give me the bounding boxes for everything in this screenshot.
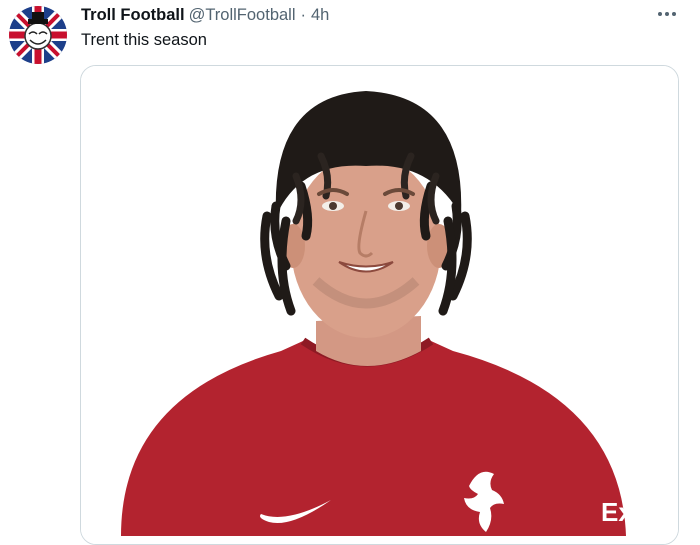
author-name[interactable]: Troll Football <box>81 5 185 25</box>
tweet-media[interactable]: Exp <box>80 65 679 545</box>
separator: · <box>300 6 307 24</box>
author-handle[interactable]: @TrollFootball <box>189 5 296 25</box>
sponsor-text: Exp <box>601 497 649 527</box>
player-photo: Exp <box>81 66 678 544</box>
timestamp[interactable]: 4h <box>311 5 329 25</box>
tweet-header: Troll Football @TrollFootball · 4h <box>81 5 329 25</box>
union-jack-troll-avatar-icon <box>9 6 67 64</box>
more-options-button[interactable] <box>652 4 682 24</box>
tweet-text: Trent this season <box>81 31 207 49</box>
more-horizontal-icon <box>658 12 676 16</box>
avatar[interactable] <box>9 6 67 64</box>
